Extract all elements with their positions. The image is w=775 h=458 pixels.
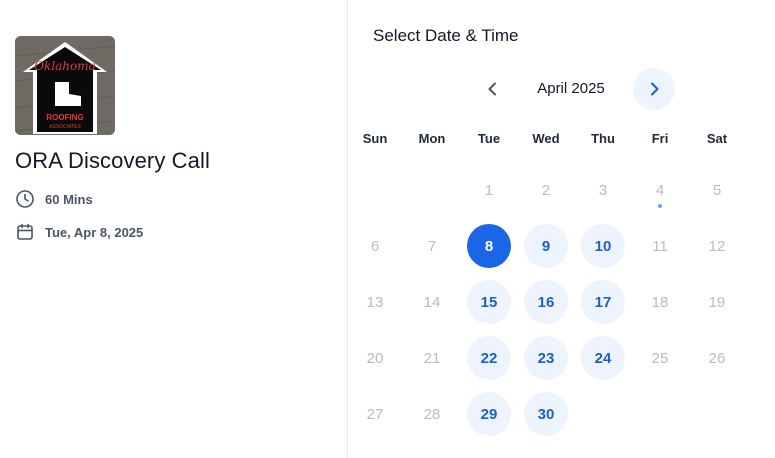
weekday-tue: Tue	[477, 131, 501, 146]
next-month-button[interactable]	[633, 68, 675, 110]
weekday-wed: Wed	[532, 131, 560, 146]
unavailable-day: 3	[598, 181, 608, 199]
event-details-panel: Oklahoma ROOFING ASSOCIATES ORA Discover…	[0, 0, 347, 458]
available-day[interactable]: 29	[467, 392, 511, 436]
clock-icon	[16, 190, 34, 208]
event-duration: 60 Mins	[45, 191, 93, 207]
available-day[interactable]: 30	[524, 392, 568, 436]
selected-day[interactable]: 8	[467, 224, 511, 268]
available-day[interactable]: 22	[467, 336, 511, 380]
unavailable-day: 6	[370, 237, 380, 255]
chevron-left-icon	[488, 82, 496, 96]
unavailable-day: 18	[651, 293, 669, 311]
available-day[interactable]: 15	[467, 280, 511, 324]
chevron-right-icon	[651, 82, 659, 96]
today-indicator-dot	[658, 204, 662, 208]
available-day[interactable]: 24	[581, 336, 625, 380]
event-date: Tue, Apr 8, 2025	[45, 224, 144, 240]
logo-company-sub-text: ASSOCIATES	[49, 124, 81, 130]
date-picker-panel: Select Date & Time April 2025 Sun Mon Tue W…	[348, 0, 775, 458]
unavailable-day: 28	[423, 405, 441, 423]
available-day[interactable]: 17	[581, 280, 625, 324]
weekday-mon: Mon	[418, 131, 446, 146]
weekday-sat: Sat	[706, 131, 728, 146]
weekday-fri: Fri	[651, 131, 669, 146]
unavailable-day: 1	[484, 181, 494, 199]
available-day[interactable]: 16	[524, 280, 568, 324]
unavailable-day: 14	[423, 293, 441, 311]
weekday-sun: Sun	[362, 131, 388, 146]
unavailable-day: 21	[423, 349, 441, 367]
available-day[interactable]: 10	[581, 224, 625, 268]
unavailable-day: 26	[708, 349, 726, 367]
logo-script-text: Oklahoma	[34, 59, 96, 73]
unavailable-day: 5	[712, 181, 722, 199]
unavailable-day: 11	[652, 237, 668, 255]
select-date-time-heading: Select Date & Time	[373, 26, 519, 45]
logo-company-text: ROOFING	[46, 113, 83, 122]
unavailable-day: 2	[541, 181, 551, 199]
unavailable-day: 7	[427, 237, 437, 255]
event-date-row: Tue, Apr 8, 2025	[15, 222, 143, 242]
oklahoma-roofing-logo-image: Oklahoma ROOFING ASSOCIATES	[15, 36, 115, 135]
unavailable-day: 27	[366, 405, 384, 423]
weekday-thu: Thu	[591, 131, 615, 146]
event-title: ORA Discovery Call	[15, 148, 210, 173]
available-day[interactable]: 9	[524, 224, 568, 268]
company-logo: Oklahoma ROOFING ASSOCIATES	[15, 36, 115, 135]
month-navigation: April 2025	[473, 68, 675, 110]
unavailable-day: 12	[708, 237, 726, 255]
event-duration-row: 60 Mins	[15, 189, 93, 209]
available-day[interactable]: 23	[524, 336, 568, 380]
unavailable-day: 20	[366, 349, 384, 367]
calendar-icon	[17, 223, 33, 240]
unavailable-day: 13	[366, 293, 384, 311]
unavailable-day: 19	[708, 293, 726, 311]
unavailable-day: 25	[651, 349, 669, 367]
current-month-label: April 2025	[537, 80, 605, 97]
previous-month-button[interactable]	[472, 68, 514, 110]
